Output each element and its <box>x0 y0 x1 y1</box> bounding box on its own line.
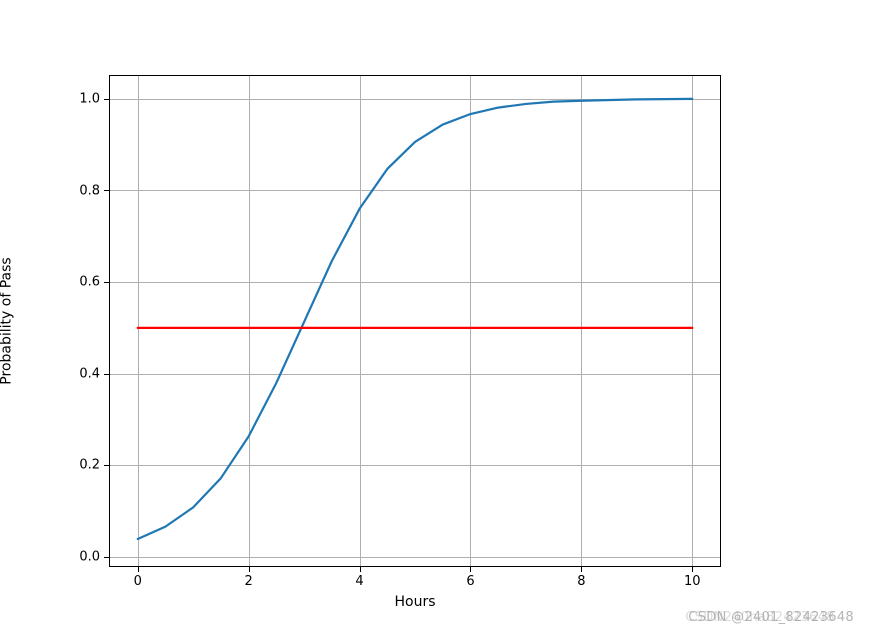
y-tick-label: 0.0 <box>79 549 100 564</box>
figure-canvas: 02468100.00.20.40.60.81.0 Hours Probabil… <box>0 0 872 631</box>
x-tick <box>360 567 361 572</box>
x-tick-label: 6 <box>466 574 474 589</box>
y-tick <box>104 465 109 466</box>
x-tick-label: 2 <box>244 574 252 589</box>
x-tick-label: 10 <box>684 574 701 589</box>
y-tick <box>104 190 109 191</box>
x-tick-label: 4 <box>355 574 363 589</box>
x-axis-label: Hours <box>394 594 435 610</box>
x-tick <box>138 567 139 572</box>
tick-layer: 02468100.00.20.40.60.81.0 <box>110 76 720 566</box>
x-tick <box>692 567 693 572</box>
plot-area: 02468100.00.20.40.60.81.0 Hours Probabil… <box>109 75 721 567</box>
x-tick <box>470 567 471 572</box>
y-tick <box>104 374 109 375</box>
y-axis-label: Probability of Pass <box>0 257 14 384</box>
y-tick-label: 0.2 <box>79 458 100 473</box>
y-tick <box>104 99 109 100</box>
y-tick-label: 0.4 <box>79 366 100 381</box>
y-tick <box>104 282 109 283</box>
watermark-shadow: CSDN240ha82423648 <box>685 610 834 625</box>
x-tick-label: 8 <box>577 574 585 589</box>
y-tick-label: 0.6 <box>79 275 100 290</box>
y-tick <box>104 557 109 558</box>
x-tick <box>581 567 582 572</box>
watermark: CSDN240ha82423648 CSDN @2401_82423648 <box>688 610 854 625</box>
x-tick <box>249 567 250 572</box>
x-tick-label: 0 <box>134 574 142 589</box>
y-tick-label: 0.8 <box>79 183 100 198</box>
y-tick-label: 1.0 <box>79 91 100 106</box>
